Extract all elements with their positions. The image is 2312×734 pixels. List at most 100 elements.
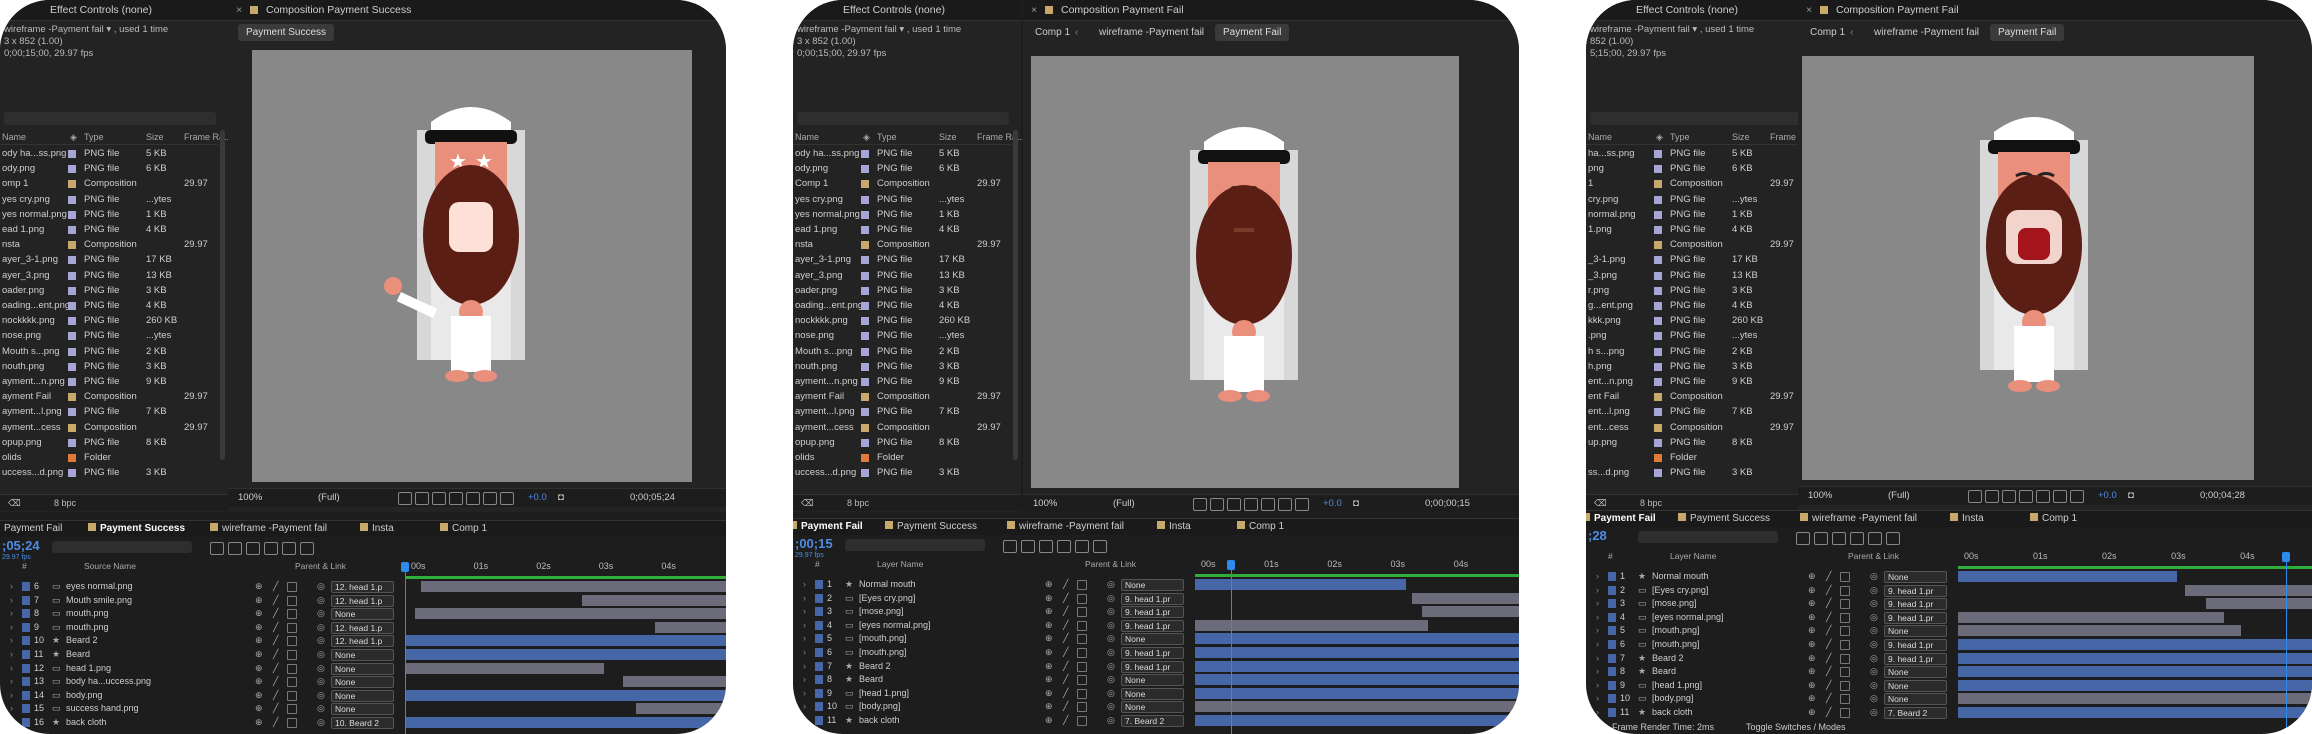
solo-switch-icon[interactable]: ⊕ [1045, 715, 1053, 726]
solo-switch-icon[interactable]: ⊕ [255, 622, 263, 633]
parent-select[interactable]: None [331, 608, 394, 621]
fx-checkbox[interactable] [1840, 653, 1850, 664]
project-item[interactable]: olids Folder [793, 450, 1009, 465]
quality-switch-icon[interactable]: ╱ [1063, 593, 1068, 604]
col-parent[interactable]: Parent & Link [1848, 551, 1899, 561]
fx-checkbox[interactable] [1840, 585, 1850, 596]
quality-switch-icon[interactable]: ╱ [273, 649, 278, 660]
col-size[interactable]: Size [1732, 132, 1750, 142]
pickwhip-icon[interactable]: ◎ [317, 690, 325, 701]
zoom-select[interactable]: 100% [238, 492, 262, 503]
col-parent[interactable]: Parent & Link [1085, 559, 1136, 569]
layer-duration-bar[interactable] [405, 662, 605, 674]
pickwhip-icon[interactable]: ◎ [1107, 688, 1115, 699]
parent-select[interactable]: 7. Beard 2 [1121, 715, 1184, 727]
label-color[interactable] [815, 593, 823, 603]
quality-switch-icon[interactable]: ╱ [1063, 633, 1068, 644]
mask-icon[interactable] [2002, 490, 2016, 503]
chevron-right-icon[interactable]: › [10, 622, 13, 632]
pickwhip-icon[interactable]: ◎ [317, 663, 325, 674]
layer-duration-bar[interactable] [1958, 639, 2312, 650]
quality-switch-icon[interactable]: ╱ [1063, 715, 1068, 726]
tab-2[interactable]: wireframe -Payment fail [1812, 513, 1917, 524]
shy-icon[interactable] [1832, 532, 1846, 545]
solo-switch-icon[interactable]: ⊕ [1808, 585, 1816, 596]
comp-flow-icon[interactable] [210, 542, 224, 555]
parent-select[interactable]: 12. head 1.p [331, 594, 394, 607]
label-color[interactable] [1608, 667, 1616, 677]
comp-flow-icon[interactable] [1796, 532, 1810, 545]
solo-switch-icon[interactable]: ⊕ [1808, 707, 1816, 718]
pickwhip-icon[interactable]: ◎ [1107, 715, 1115, 726]
layer-duration-bar[interactable] [1958, 652, 2312, 664]
parent-select[interactable]: 9. head 1.pr [1884, 598, 1947, 611]
solo-switch-icon[interactable]: ⊕ [1045, 661, 1053, 672]
layer-duration-bar[interactable] [623, 676, 726, 688]
solo-switch-icon[interactable]: ⊕ [255, 595, 263, 606]
playhead-handle[interactable] [1227, 560, 1235, 570]
pickwhip-icon[interactable]: ◎ [317, 703, 325, 714]
chevron-right-icon[interactable]: › [803, 647, 806, 657]
label-color[interactable] [815, 675, 823, 685]
project-item[interactable]: normal.png PNG file 1 KB [1586, 207, 1802, 222]
label-color[interactable] [22, 595, 30, 605]
solo-switch-icon[interactable]: ⊕ [1808, 666, 1816, 677]
col-name[interactable]: Name [1588, 132, 1612, 142]
solo-switch-icon[interactable]: ⊕ [1045, 674, 1053, 685]
project-item[interactable]: ayment...l.png PNG file 7 KB [793, 404, 1009, 419]
layer-duration-bar[interactable] [405, 649, 726, 660]
fx-checkbox[interactable] [287, 650, 297, 660]
quality-switch-icon[interactable]: ╱ [273, 595, 278, 606]
parent-select[interactable]: None [331, 662, 394, 675]
fx-checkbox[interactable] [287, 636, 297, 647]
layer-row[interactable]: › 16 ★ back cloth ⊕ ╱ ◎ 10. Beard 2 [0, 716, 405, 729]
layer-duration-bar[interactable] [1412, 592, 1519, 604]
parent-select[interactable]: 9. head 1.pr [1884, 611, 1947, 624]
grid-icon[interactable] [1261, 498, 1275, 511]
pickwhip-icon[interactable]: ◎ [1107, 593, 1115, 604]
zoom-select[interactable]: 100% [1808, 490, 1832, 501]
pickwhip-icon[interactable]: ◎ [317, 635, 325, 646]
project-item[interactable]: Composition 29.97 [1586, 237, 1802, 252]
playhead[interactable] [1231, 560, 1232, 734]
layer-row[interactable]: › 9 ▭ [head 1.png] ⊕ ╱ ◎ None [1586, 679, 1958, 692]
label-color[interactable] [22, 690, 30, 700]
solo-switch-icon[interactable]: ⊕ [1808, 625, 1816, 636]
chevron-right-icon[interactable]: › [803, 701, 806, 711]
chevron-right-icon[interactable]: › [1596, 680, 1599, 690]
project-item[interactable]: ayer_3.png PNG file 13 KB [793, 268, 1009, 283]
quality-switch-icon[interactable]: ╱ [1063, 606, 1068, 617]
layer-duration-bar[interactable] [405, 689, 726, 701]
timeline-timecode[interactable]: ;05;24 [2, 538, 40, 553]
quality-switch-icon[interactable]: ╱ [1063, 647, 1068, 658]
chevron-right-icon[interactable]: › [803, 633, 806, 643]
solo-switch-icon[interactable]: ⊕ [1808, 598, 1816, 609]
playhead-handle[interactable] [2282, 552, 2290, 562]
grid-icon[interactable] [2036, 490, 2050, 503]
tab-3[interactable]: Insta [1962, 513, 1984, 524]
layer-duration-bar[interactable] [1958, 666, 2312, 678]
project-item[interactable]: kkk.png PNG file 260 KB [1586, 313, 1802, 328]
chevron-right-icon[interactable]: › [803, 674, 806, 684]
project-item[interactable]: ayment...n.png PNG file 9 KB [0, 374, 216, 389]
project-item[interactable]: ss...d.png PNG file 3 KB [1586, 465, 1802, 480]
chevron-right-icon[interactable]: › [803, 620, 806, 630]
frame-blend-icon[interactable] [1850, 532, 1864, 545]
tab-1[interactable]: Payment Success [100, 523, 185, 534]
chevron-right-icon[interactable]: › [1596, 653, 1599, 663]
project-item[interactable]: ody.png PNG file 6 KB [0, 161, 216, 176]
tab-1[interactable]: Payment Success [1690, 513, 1770, 524]
pickwhip-icon[interactable]: ◎ [1107, 620, 1115, 631]
layer-duration-bar[interactable] [1958, 707, 2312, 718]
color-icon[interactable] [500, 492, 514, 505]
col-type[interactable]: Type [84, 132, 104, 142]
layer-duration-bar[interactable] [1195, 674, 1519, 686]
trash-icon[interactable]: ⌫ [801, 498, 814, 509]
trash-icon[interactable]: ⌫ [1594, 498, 1607, 509]
pickwhip-icon[interactable]: ◎ [1870, 707, 1878, 718]
project-scrollbar[interactable] [220, 130, 225, 460]
chevron-right-icon[interactable]: › [1596, 612, 1599, 622]
layer-duration-bar[interactable] [405, 717, 726, 728]
solo-switch-icon[interactable]: ⊕ [255, 649, 263, 660]
pickwhip-icon[interactable]: ◎ [1107, 674, 1115, 685]
